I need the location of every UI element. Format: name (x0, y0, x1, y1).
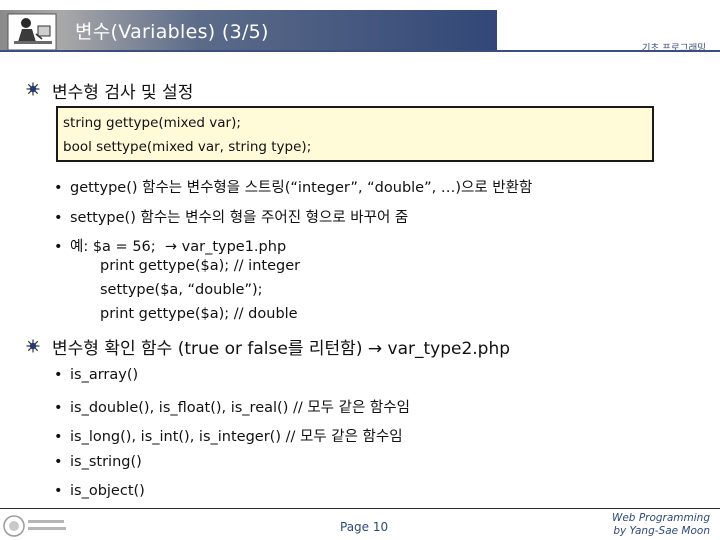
list-item: • is_double(), is_float(), is_real() // 모… (54, 400, 410, 416)
list-item: • is_array() (54, 367, 139, 383)
section-heading-type-check: 변수형 검사 및 설정 (52, 83, 194, 103)
section-heading-type-functions: 변수형 확인 함수 (true or false를 리턴함) → var_typ… (52, 334, 510, 359)
page-number: Page 10 (340, 520, 389, 534)
sunburst-bullet-icon (26, 339, 40, 353)
list-item-text: is_string() (70, 454, 142, 470)
author: by Yang-Sae Moon (613, 525, 710, 537)
list-item-text: is_double(), is_float(), is_real() // 모두… (70, 400, 410, 416)
sunburst-bullet-icon (26, 82, 40, 96)
title-rule (0, 50, 720, 52)
list-item-text: is_long(), is_int(), is_integer() // 모두 … (70, 429, 403, 445)
list-item: • is_long(), is_int(), is_integer() // 모두… (54, 429, 403, 445)
example-file-name: var_type2.php (387, 339, 511, 359)
list-item: • is_string() (54, 454, 142, 470)
university-logo-icon (3, 515, 66, 537)
person-at-desk-icon (7, 13, 57, 51)
example-line: print gettype($a); // double (100, 306, 298, 322)
list-item-text: settype() 함수는 변수의 형을 주어진 형으로 바꾸어 줌 (70, 210, 409, 226)
list-item: • gettype() 함수는 변수형을 스트링(“integer”, “doub… (54, 180, 533, 196)
code-box: string gettype(mixed var); bool settype(… (56, 106, 654, 162)
list-item-text: 예: $a = 56; (70, 239, 156, 255)
code-line-gettype: string gettype(mixed var); (63, 115, 241, 131)
footer-rule (0, 508, 720, 509)
example-line: print gettype($a); // integer (100, 258, 301, 274)
course-name: 기초 프로그래밍 (641, 43, 706, 54)
list-item: • 예: $a = 56; → var_type1.php (54, 239, 287, 255)
code-line-settype: bool settype(mixed var, string type); (63, 139, 312, 155)
list-item-text: gettype() 함수는 변수형을 스트링(“integer”, “doubl… (70, 180, 533, 196)
section-heading-text: 변수형 확인 함수 (true or false를 리턴함) (52, 339, 363, 359)
list-item: • is_object() (54, 483, 145, 499)
arrow-icon: → (367, 339, 383, 359)
page-title: 변수(Variables) (3/5) (75, 21, 269, 43)
example-file-name: var_type1.php (181, 239, 287, 255)
arrow-icon: → (164, 239, 178, 255)
example-line: settype($a, “double”); (100, 282, 263, 298)
course-title: Web Programming (611, 512, 710, 524)
list-item: • settype() 함수는 변수의 형을 주어진 형으로 바꾸어 줌 (54, 210, 409, 226)
list-item-text: is_array() (70, 367, 139, 383)
list-item-text: is_object() (70, 483, 145, 499)
footer-credit: Web Programming by Yang-Sae Moon (612, 512, 710, 538)
